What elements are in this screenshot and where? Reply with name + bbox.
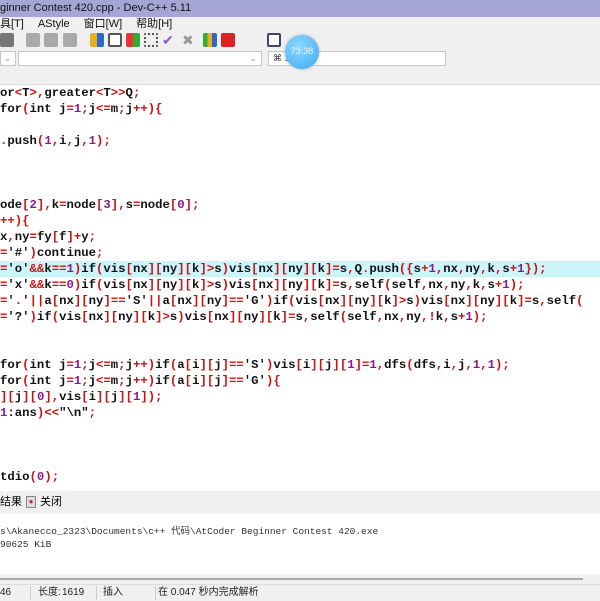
code-line[interactable]: ode[2],k=node[3],s=node[0]; bbox=[0, 197, 600, 213]
output-line: s\Akanecco_2323\Documents\c++ 代码\AtCoder… bbox=[0, 526, 379, 537]
status-length: 1619 bbox=[62, 587, 85, 598]
code-line[interactable]: ='x'&&k==0)if(vis[nx][ny][k]>s)vis[nx][n… bbox=[0, 277, 600, 293]
check-icon[interactable]: ✔ bbox=[162, 33, 176, 47]
horizontal-scrollbar[interactable] bbox=[0, 575, 583, 580]
menu-bar: 具[T] AStyle 窗口[W] 帮助[H] bbox=[0, 17, 600, 31]
indent-icon[interactable] bbox=[26, 33, 40, 47]
code-line[interactable] bbox=[0, 437, 600, 453]
window-icon[interactable] bbox=[108, 33, 122, 47]
code-line[interactable] bbox=[0, 149, 600, 165]
code-line[interactable] bbox=[0, 421, 600, 437]
status-bar: 46 长度: 1619 插入 在 0.047 秒内完成解析 bbox=[0, 584, 600, 600]
status-parse: 在 0.047 秒内完成解析 bbox=[158, 587, 259, 598]
code-line[interactable] bbox=[0, 181, 600, 197]
class-combo[interactable]: ⌄ bbox=[0, 51, 16, 66]
menu-help[interactable]: 帮助[H] bbox=[136, 17, 172, 31]
compile-output: s\Akanecco_2323\Documents\c++ 代码\AtCoder… bbox=[0, 514, 600, 574]
tab-compile-result[interactable]: 结果 bbox=[0, 491, 22, 513]
code-line[interactable] bbox=[0, 325, 600, 341]
status-mode: 插入 bbox=[103, 587, 123, 598]
profile-stop-icon[interactable] bbox=[221, 33, 235, 47]
code-editor[interactable]: or<T>,greater<T>>Q; for(int j=1;j<=m;j++)… bbox=[0, 84, 600, 491]
exit-icon[interactable] bbox=[267, 33, 281, 47]
status-length-label: 长度: bbox=[38, 587, 61, 598]
code-line[interactable]: x,ny=fy[f]+y; bbox=[0, 229, 600, 245]
code-line[interactable] bbox=[0, 453, 600, 469]
status-line: 46 bbox=[0, 587, 12, 598]
timer-overlay: 73:38 bbox=[285, 35, 319, 69]
grid-icon[interactable] bbox=[90, 33, 104, 47]
close-icon: ● bbox=[26, 496, 36, 508]
code-line[interactable]: .push(1,i,j,1); bbox=[0, 133, 600, 149]
tiles-icon[interactable] bbox=[144, 33, 158, 47]
bookmark-icon[interactable] bbox=[63, 33, 77, 47]
output-panel-tabs: 结果 ● 关闭 bbox=[0, 491, 600, 513]
code-line[interactable] bbox=[0, 117, 600, 133]
code-line[interactable]: ='o'&&k==1)if(vis[nx][ny][k]>s)vis[nx][n… bbox=[0, 261, 600, 277]
colors-icon[interactable] bbox=[126, 33, 140, 47]
tab-close[interactable]: 关闭 bbox=[40, 491, 62, 513]
menu-window[interactable]: 窗口[W] bbox=[84, 17, 123, 31]
code-line[interactable] bbox=[0, 165, 600, 181]
code-line[interactable]: tdio(0); bbox=[0, 469, 600, 485]
toggle-icon[interactable] bbox=[0, 33, 14, 47]
code-line[interactable]: ='#')continue; bbox=[0, 245, 600, 261]
unindent-icon[interactable] bbox=[44, 33, 58, 47]
code-line[interactable]: or<T>,greater<T>>Q; bbox=[0, 85, 600, 101]
chart-icon[interactable] bbox=[203, 33, 217, 47]
code-line[interactable]: for(int j=1;j<=m;j++)if(a[i][j]=='S')vis… bbox=[0, 357, 600, 373]
delete-icon[interactable]: ✖ bbox=[182, 33, 196, 47]
menu-tools[interactable]: 具[T] bbox=[0, 17, 24, 31]
code-line[interactable]: ='.'||a[nx][ny]=='S'||a[nx][ny]=='G')if(… bbox=[0, 293, 600, 309]
code-line[interactable]: for(int j=1;j<=m;j++)if(a[i][j]=='G'){ bbox=[0, 373, 600, 389]
window-title: ginner Contest 420.cpp - Dev-C++ 5.11 bbox=[0, 0, 600, 17]
code-line[interactable]: ='?')if(vis[nx][ny][k]>s)vis[nx][ny][k]=… bbox=[0, 309, 600, 325]
member-combo[interactable]: ⌄ bbox=[18, 51, 262, 66]
output-line: 90625 KiB bbox=[0, 539, 52, 550]
code-line[interactable]: ++){ bbox=[0, 213, 600, 229]
code-line[interactable]: 1:ans)<<"\n"; bbox=[0, 405, 600, 421]
code-line[interactable]: for(int j=1;j<=m;j++){ bbox=[0, 101, 600, 117]
code-line[interactable] bbox=[0, 341, 600, 357]
code-line[interactable]: ][j][0],vis[i][j][1]); bbox=[0, 389, 600, 405]
menu-astyle[interactable]: AStyle bbox=[38, 17, 70, 31]
